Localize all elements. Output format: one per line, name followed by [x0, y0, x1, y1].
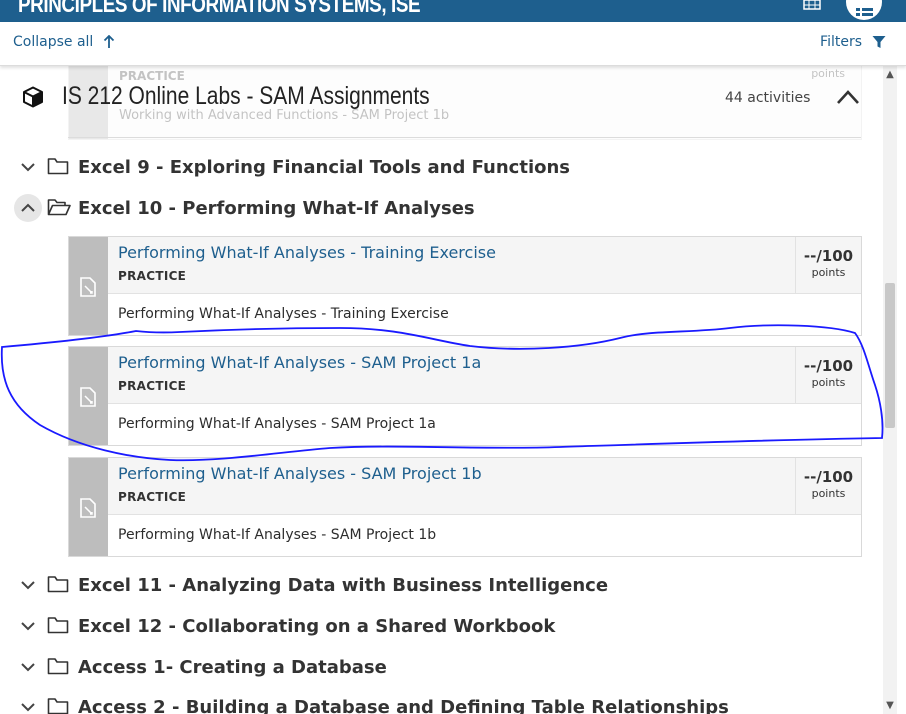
activity-title-link[interactable]: Performing What-If Analyses - SAM Projec… — [118, 353, 481, 372]
folder-icon — [47, 617, 69, 634]
arrow-up-icon — [104, 35, 115, 48]
activity-card[interactable]: Performing What-If Analyses - SAM Projec… — [68, 457, 862, 557]
expand-section-button[interactable] — [14, 693, 42, 714]
activity-description: Performing What-If Analyses - SAM Projec… — [118, 527, 437, 543]
points-box: --/100 points — [795, 458, 861, 514]
section-excel-12[interactable]: Excel 12 - Collaborating on a Shared Wor… — [0, 607, 883, 645]
collapse-section-button[interactable] — [14, 194, 42, 222]
activity-type-label: PRACTICE — [118, 490, 187, 504]
activity-description: Performing What-If Analyses - SAM Projec… — [118, 416, 436, 432]
vertical-scrollbar[interactable]: ▲ ▼ — [883, 65, 897, 714]
scrollbar-thumb[interactable] — [885, 283, 895, 428]
document-icon — [80, 277, 96, 297]
expand-section-button[interactable] — [14, 571, 42, 599]
activity-description: Performing What-If Analyses - Training E… — [118, 306, 449, 322]
activity-title-link[interactable]: Performing What-If Analyses - SAM Projec… — [118, 464, 482, 483]
card-side-bar — [69, 458, 108, 556]
course-group-header: IS 212 Online Labs - SAM Assignments 44 … — [0, 65, 883, 133]
points-label: points — [811, 376, 846, 389]
section-access-1[interactable]: Access 1- Creating a Database — [0, 648, 883, 686]
section-title[interactable]: Excel 9 - Exploring Financial Tools and … — [78, 157, 570, 178]
section-excel-11[interactable]: Excel 11 - Analyzing Data with Business … — [0, 566, 883, 604]
expand-section-button[interactable] — [14, 153, 42, 181]
menu-button[interactable] — [846, 0, 882, 20]
chevron-up-icon[interactable] — [836, 87, 860, 107]
activity-card[interactable]: Performing What-If Analyses - Training E… — [68, 236, 862, 336]
activity-card[interactable]: Performing What-If Analyses - SAM Projec… — [68, 346, 862, 446]
expand-section-button[interactable] — [14, 653, 42, 681]
card-header: Performing What-If Analyses - SAM Projec… — [108, 347, 861, 404]
card-side-bar — [69, 237, 108, 335]
points-label: points — [811, 266, 846, 279]
activity-type-label: PRACTICE — [118, 269, 187, 283]
section-title[interactable]: Excel 10 - Performing What-If Analyses — [78, 198, 475, 219]
section-title[interactable]: Access 1- Creating a Database — [78, 657, 387, 678]
folder-open-icon — [47, 199, 71, 216]
activity-type-label: PRACTICE — [118, 379, 187, 393]
score-value: --/100 — [803, 468, 854, 486]
points-box: --/100 points — [795, 347, 861, 403]
document-icon — [80, 387, 96, 407]
score-value: --/100 — [803, 247, 854, 265]
chevron-down-icon — [21, 663, 35, 672]
folder-icon — [47, 698, 69, 714]
divider — [68, 137, 861, 138]
course-title: IS 212 Online Labs - SAM Assignments — [62, 82, 430, 110]
section-excel-10[interactable]: Excel 10 - Performing What-If Analyses — [0, 189, 883, 227]
filter-icon — [872, 36, 886, 48]
activity-title-link[interactable]: Performing What-If Analyses - Training E… — [118, 243, 496, 262]
points-box: --/100 points — [795, 237, 861, 293]
app-header: PRINCIPLES OF INFORMATION SYSTEMS, ISE — [0, 0, 906, 22]
filters-label: Filters — [820, 34, 862, 50]
scroll-down-arrow-icon[interactable]: ▼ — [883, 700, 897, 712]
list-icon — [856, 8, 873, 16]
section-title[interactable]: Excel 11 - Analyzing Data with Business … — [78, 575, 608, 596]
document-icon — [80, 498, 96, 518]
section-title[interactable]: Excel 12 - Collaborating on a Shared Wor… — [78, 616, 555, 637]
cube-icon — [23, 86, 43, 108]
section-excel-9[interactable]: Excel 9 - Exploring Financial Tools and … — [0, 148, 883, 186]
filters-button[interactable]: Filters — [820, 34, 886, 50]
course-book-title: PRINCIPLES OF INFORMATION SYSTEMS, ISE — [18, 0, 421, 17]
collapse-all-label: Collapse all — [13, 34, 94, 50]
points-label: points — [811, 487, 846, 500]
toolbar: Collapse all Filters — [0, 22, 906, 66]
activity-list-scroll-area[interactable]: PRACTICE points Working with Advanced Fu… — [0, 65, 883, 714]
activity-count: 44 activities — [725, 90, 811, 106]
chevron-up-icon — [21, 203, 35, 212]
folder-icon — [47, 158, 69, 175]
card-side-bar — [69, 347, 108, 445]
section-access-2[interactable]: Access 2 - Building a Database and Defin… — [0, 688, 883, 714]
chevron-down-icon — [21, 581, 35, 590]
collapse-all-button[interactable]: Collapse all — [13, 34, 115, 50]
chevron-down-icon — [21, 163, 35, 172]
folder-icon — [47, 658, 69, 675]
chevron-down-icon — [21, 622, 35, 631]
folder-icon — [47, 576, 69, 593]
card-header: Performing What-If Analyses - Training E… — [108, 237, 861, 294]
chevron-down-icon — [21, 703, 35, 712]
section-title[interactable]: Access 2 - Building a Database and Defin… — [78, 697, 729, 714]
scroll-up-arrow-icon[interactable]: ▲ — [883, 69, 897, 81]
card-header: Performing What-If Analyses - SAM Projec… — [108, 458, 861, 515]
calendar-icon[interactable] — [803, 0, 821, 10]
score-value: --/100 — [803, 357, 854, 375]
expand-section-button[interactable] — [14, 612, 42, 640]
